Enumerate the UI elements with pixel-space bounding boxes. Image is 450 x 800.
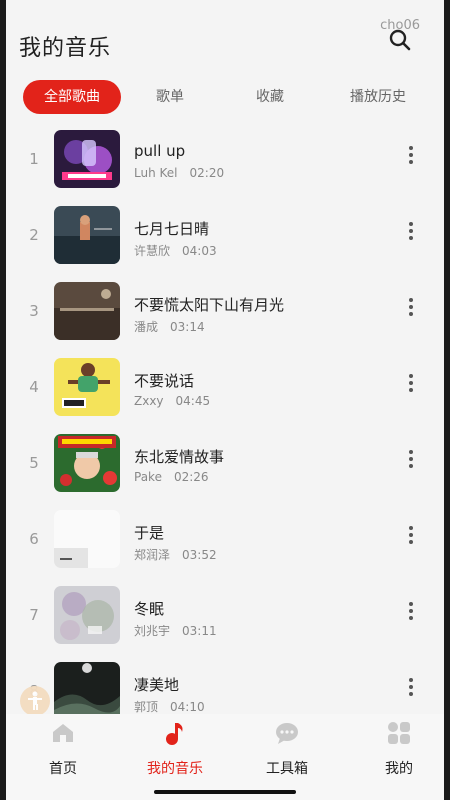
- song-duration: 02:26: [173, 470, 209, 484]
- tab-favorites[interactable]: 收藏: [240, 80, 300, 114]
- song-artist: 许慧欣: [134, 244, 171, 258]
- song-title: 七月七日晴: [134, 220, 210, 238]
- nav-toolbox-label: 工具箱: [266, 761, 308, 777]
- song-title: 于是: [134, 524, 165, 542]
- song-index: 5: [29, 454, 39, 472]
- song-row[interactable]: 1 pull up Luh Kel 02:20: [6, 122, 444, 198]
- song-row[interactable]: 7 冬眠 刘兆宇 03:11: [6, 578, 444, 654]
- song-row[interactable]: 6 于是 郑润泽 03:52: [6, 502, 444, 578]
- album-cover: [54, 662, 120, 720]
- song-index: 1: [29, 150, 39, 168]
- song-duration: 02:20: [189, 166, 225, 180]
- album-cover: [54, 510, 120, 568]
- album-cover: [54, 358, 120, 416]
- song-title: pull up: [134, 142, 186, 160]
- search-icon: [389, 29, 411, 51]
- more-options-icon[interactable]: [406, 450, 416, 472]
- tab-bar: 全部歌曲 歌单 收藏 播放历史: [20, 80, 424, 118]
- song-title: 冬眠: [134, 600, 165, 618]
- profile-grid-icon: [388, 722, 410, 744]
- song-artist: Luh Kel: [134, 166, 178, 180]
- song-duration: 04:45: [175, 394, 211, 408]
- chat-bubble-icon: [276, 723, 298, 744]
- song-meta: 许慧欣 04:03: [134, 242, 217, 259]
- tab-play-history[interactable]: 播放历史: [338, 80, 418, 114]
- song-meta: Pake 02:26: [134, 470, 209, 484]
- more-options-icon[interactable]: [406, 374, 416, 396]
- more-options-icon[interactable]: [406, 298, 416, 320]
- more-options-icon[interactable]: [406, 146, 416, 168]
- song-list: 1 pull up Luh Kel 02:20 2 七月七日晴 许慧欣 04:0…: [6, 122, 444, 730]
- more-options-icon[interactable]: [406, 526, 416, 548]
- page-title: 我的音乐: [19, 36, 112, 61]
- song-meta: Luh Kel 02:20: [134, 166, 224, 180]
- floating-accessibility-button[interactable]: [20, 686, 50, 716]
- nav-home[interactable]: 首页: [18, 714, 108, 784]
- music-app-screen: 我的音乐 cho06 全部歌曲 歌单 收藏 播放历史 1 pull up Luh…: [6, 0, 444, 800]
- song-duration: 04:03: [182, 244, 217, 258]
- song-duration: 03:11: [182, 624, 217, 638]
- header: 我的音乐 cho06: [6, 0, 444, 72]
- bottom-navigation: 首页 我的音乐 工具箱 我的: [6, 714, 444, 800]
- song-duration: 04:10: [170, 700, 205, 714]
- nav-me-label: 我的: [385, 761, 413, 777]
- tab-all-songs[interactable]: 全部歌曲: [23, 80, 121, 114]
- song-artist: 郭顶: [134, 700, 159, 714]
- home-icon: [53, 724, 73, 742]
- tab-playlists[interactable]: 歌单: [140, 80, 200, 114]
- song-meta: Zxxy 04:45: [134, 394, 210, 408]
- song-title: 凄美地: [134, 676, 180, 694]
- more-options-icon[interactable]: [406, 678, 416, 700]
- song-index: 6: [29, 530, 39, 548]
- song-index: 3: [29, 302, 39, 320]
- song-artist: Pake: [134, 470, 162, 484]
- song-duration: 03:52: [182, 548, 217, 562]
- nav-me[interactable]: 我的: [354, 714, 444, 784]
- song-title: 不要慌太阳下山有月光: [134, 296, 285, 314]
- song-index: 2: [29, 226, 39, 244]
- song-artist: 刘兆宇: [134, 624, 171, 638]
- song-artist: 潘成: [134, 320, 159, 334]
- search-button[interactable]: cho06: [370, 18, 420, 51]
- song-artist: Zxxy: [134, 394, 164, 408]
- song-duration: 03:14: [170, 320, 205, 334]
- song-row[interactable]: 5 东北爱情故事 Pake 02:26: [6, 426, 444, 502]
- song-artist: 郑润泽: [134, 548, 171, 562]
- music-note-icon: [166, 723, 183, 745]
- album-cover: [54, 586, 120, 644]
- more-options-icon[interactable]: [406, 222, 416, 244]
- song-row[interactable]: 3 不要慌太阳下山有月光 潘成 03:14: [6, 274, 444, 350]
- album-cover: [54, 282, 120, 340]
- song-title: 东北爱情故事: [134, 448, 225, 466]
- album-cover: [54, 434, 120, 492]
- song-index: 4: [29, 378, 39, 396]
- album-cover: [54, 130, 120, 188]
- song-title: 不要说话: [134, 372, 195, 390]
- nav-home-label: 首页: [49, 761, 77, 777]
- more-options-icon[interactable]: [406, 602, 416, 624]
- song-row[interactable]: 4 不要说话 Zxxy 04:45: [6, 350, 444, 426]
- song-meta: 郑润泽 03:52: [134, 546, 217, 563]
- song-row[interactable]: 2 七月七日晴 许慧欣 04:03: [6, 198, 444, 274]
- nav-my-music[interactable]: 我的音乐: [130, 714, 220, 784]
- nav-toolbox[interactable]: 工具箱: [242, 714, 332, 784]
- song-meta: 郭顶 04:10: [134, 698, 205, 715]
- song-meta: 潘成 03:14: [134, 318, 205, 335]
- album-cover: [54, 206, 120, 264]
- song-meta: 刘兆宇 03:11: [134, 622, 217, 639]
- person-icon: [28, 691, 42, 710]
- nav-my-music-label: 我的音乐: [147, 761, 203, 777]
- home-indicator: [154, 790, 296, 794]
- song-index: 7: [29, 606, 39, 624]
